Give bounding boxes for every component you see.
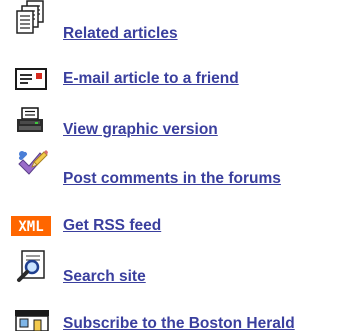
post-comments-link[interactable]: Post comments in the forums	[0, 148, 338, 187]
rss-feed-link[interactable]: XML Get RSS feed	[0, 208, 338, 242]
related-articles-label[interactable]: Related articles	[63, 25, 178, 43]
graphic-version-label[interactable]: View graphic version	[63, 121, 218, 139]
pencil-checkmark-icon	[14, 148, 48, 182]
storefront-icon	[14, 309, 50, 331]
xml-badge-text: XML	[18, 219, 43, 235]
printer-icon	[15, 107, 45, 135]
subscribe-link[interactable]: Subscribe to the Boston Herald	[0, 296, 338, 332]
search-site-label[interactable]: Search site	[63, 268, 146, 286]
search-site-link[interactable]: Search site	[0, 250, 338, 286]
email-article-label[interactable]: E-mail article to a friend	[63, 70, 239, 88]
post-comments-label[interactable]: Post comments in the forums	[63, 170, 281, 188]
email-article-link[interactable]: E-mail article to a friend	[0, 60, 338, 94]
related-articles-link[interactable]: Related articles	[0, 0, 338, 42]
stacked-documents-icon	[14, 0, 46, 36]
xml-badge-icon: XML	[11, 216, 51, 236]
subscribe-label[interactable]: Subscribe to the Boston Herald	[63, 315, 295, 332]
search-page-icon	[16, 250, 48, 284]
rss-feed-label[interactable]: Get RSS feed	[63, 217, 161, 235]
graphic-version-link[interactable]: View graphic version	[0, 104, 338, 138]
email-card-icon	[14, 67, 48, 91]
